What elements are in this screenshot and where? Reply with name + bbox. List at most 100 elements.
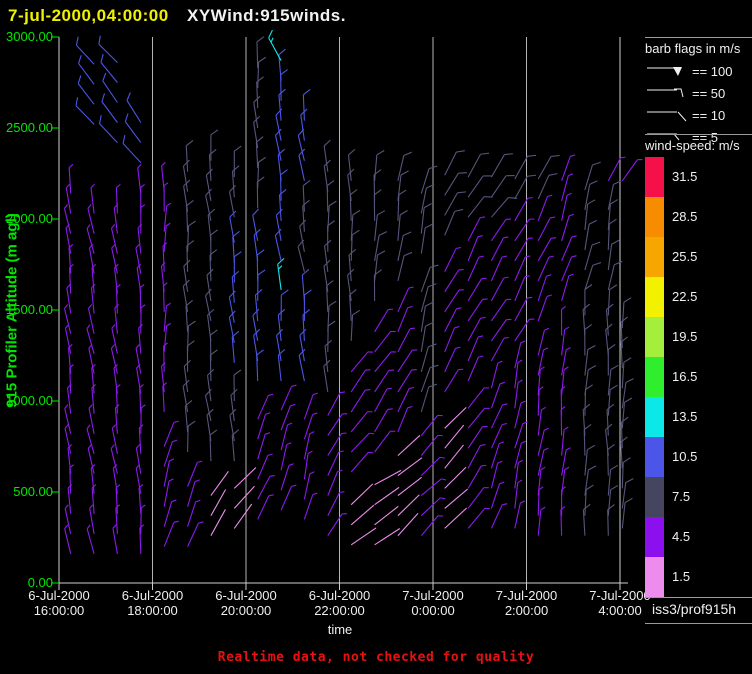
wind-barb (139, 284, 145, 314)
wind-barb (350, 483, 374, 506)
barb-legend-label: == 10 (692, 107, 726, 123)
wind-barb (323, 139, 331, 172)
wind-barb (444, 346, 461, 373)
wind-barb (467, 216, 486, 242)
wind-barb (161, 162, 166, 192)
barb-flag-legend: barb flags in m/s == 100 == 50 == 10 == 5 (645, 41, 752, 148)
wind-barb (303, 492, 318, 520)
wind-barb (561, 154, 576, 181)
wind-barb (86, 324, 95, 354)
wind-barb (323, 159, 331, 192)
wind-barb (277, 257, 285, 291)
wind-barb (268, 29, 282, 61)
wind-barb (605, 303, 614, 336)
wind-barb (136, 364, 142, 394)
wind-barb (397, 251, 413, 282)
wind-barb (420, 264, 439, 292)
wind-barb (374, 430, 396, 453)
wind-profiler-window: 7-jul-2000,04:00:00 XYWind:915winds. 915… (0, 0, 752, 674)
wind-barb (347, 168, 355, 201)
wind-barb (420, 165, 438, 194)
wind-barb (420, 321, 434, 352)
wind-barb (303, 412, 318, 440)
wind-barb (490, 276, 509, 302)
wind-barb (620, 316, 629, 349)
wind-barb (374, 408, 393, 433)
wind-barb (115, 504, 121, 534)
wind-barb (64, 504, 72, 535)
wind-barb (606, 403, 615, 436)
wind-barb (88, 243, 95, 274)
colorbar-label: 4.5 (672, 529, 691, 544)
wind-barb (274, 128, 282, 161)
pennant-open-icon (647, 88, 684, 97)
wind-barb (347, 268, 355, 301)
wind-barb (303, 289, 312, 321)
wind-barb (490, 196, 518, 218)
wind-barb (115, 183, 121, 214)
wind-barb (444, 488, 469, 509)
wind-barb (561, 255, 577, 282)
colorbar-segment (645, 277, 664, 317)
y-tick-label: 3000.00 (6, 29, 53, 44)
wind-barb (113, 364, 118, 394)
wind-barb (209, 429, 218, 462)
barb-legend-title: barb flags in m/s (645, 41, 741, 56)
wind-barb (299, 219, 307, 252)
wind-barb (138, 424, 144, 454)
wind-barb (374, 210, 386, 241)
wind-barb (514, 174, 536, 200)
wind-barb (140, 204, 146, 234)
wind-barb (397, 476, 423, 497)
wind-barb (324, 239, 332, 272)
wind-barb (280, 69, 288, 101)
wind-barb (300, 108, 308, 141)
wind-barb (374, 351, 397, 373)
wind-barb (397, 405, 413, 433)
barb-legend-label: == 50 (692, 85, 726, 101)
colorbar-label: 31.5 (672, 169, 698, 184)
wind-barb (163, 499, 177, 527)
wind-barb (114, 404, 120, 434)
wind-barb (397, 151, 412, 181)
wind-barb (621, 397, 633, 429)
wind-barb (561, 426, 569, 456)
wind-barb (254, 288, 263, 321)
wind-barb (87, 204, 95, 234)
wind-barb (275, 208, 283, 241)
wind-barb (327, 513, 348, 537)
full-barb-icon (647, 111, 687, 121)
wind-barb (255, 136, 264, 169)
wind-barb (621, 478, 634, 509)
wind-barb (621, 457, 631, 489)
wind-barb (86, 224, 95, 254)
colorbar-label: 1.5 (672, 569, 691, 584)
wind-barb (187, 521, 204, 547)
colorbar-label: 25.5 (672, 249, 698, 264)
wind-barb (186, 200, 194, 232)
wind-barb (584, 324, 593, 356)
colorbar-segment (645, 517, 664, 557)
wind-barb (347, 148, 356, 181)
wind-barb (206, 368, 215, 402)
wind-barb (67, 484, 73, 514)
wind-barb (86, 524, 95, 555)
wind-barb (100, 53, 118, 83)
wind-barb (90, 283, 96, 314)
wind-barb (327, 200, 337, 232)
wind-barb (467, 255, 484, 282)
wind-barb (253, 328, 261, 362)
wind-barb (621, 497, 633, 529)
wind-barb (467, 387, 490, 409)
wind-barb (302, 179, 311, 212)
wind-barb (397, 513, 419, 537)
wind-barb (607, 384, 618, 416)
wind-barb (91, 484, 97, 514)
wind-barb (397, 494, 420, 517)
wind-barb (584, 161, 601, 191)
wind-barb (183, 359, 192, 392)
wind-barb (228, 290, 236, 323)
barb-legend-row: == 50 (645, 82, 752, 104)
wind-barb (467, 298, 488, 322)
wind-barb (350, 451, 374, 473)
